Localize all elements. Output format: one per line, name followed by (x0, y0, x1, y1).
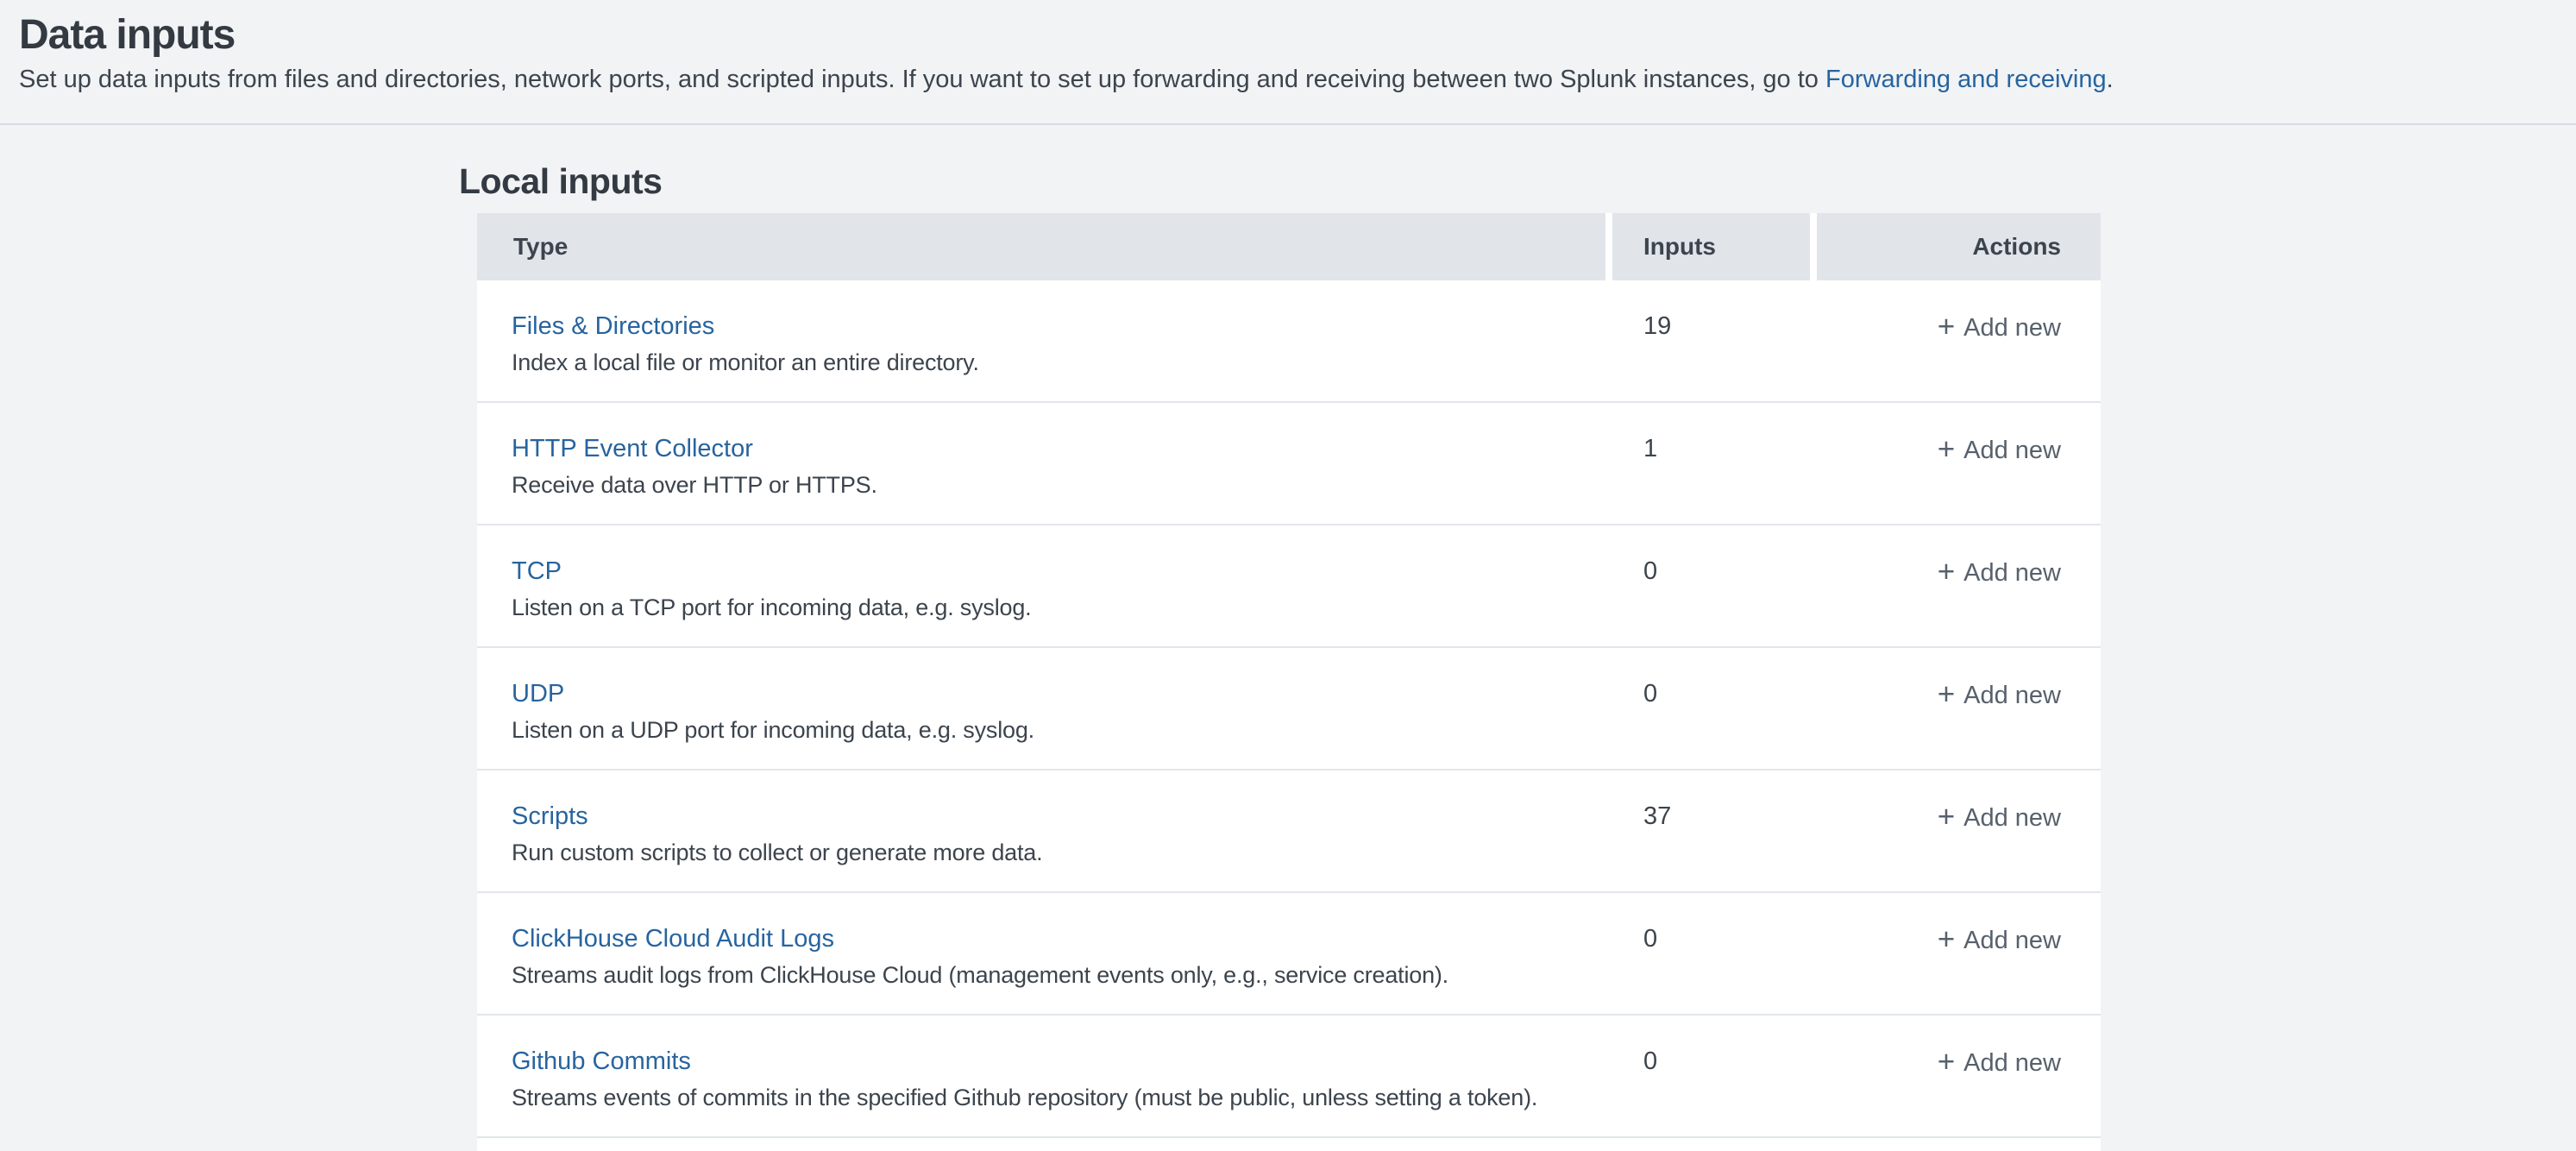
page-subtitle: Set up data inputs from files and direct… (19, 65, 2541, 94)
actions-cell: +Add new (1817, 403, 2101, 524)
add-new-label: Add new (1963, 922, 2061, 959)
input-type-description: Receive data over HTTP or HTTPS. (512, 467, 1605, 503)
table-row: Github Commits Streams events of commits… (477, 1016, 2101, 1138)
page-header: Data inputs Set up data inputs from file… (0, 0, 2576, 125)
inputs-count: 37 (1643, 802, 1671, 830)
input-type-link[interactable]: Github Commits (512, 1043, 691, 1079)
input-type-description: Run custom scripts to collect or generat… (512, 834, 1605, 871)
add-new-label: Add new (1963, 555, 2061, 591)
type-cell: Scripts Run custom scripts to collect or… (477, 770, 1605, 891)
content-area: Local inputs Type Inputs Actions Files &… (0, 161, 2576, 1151)
forwarding-and-receiving-link[interactable]: Forwarding and receiving (1825, 66, 2107, 93)
local-inputs-table: Type Inputs Actions Files & Directories … (477, 213, 2101, 1151)
input-type-link[interactable]: UDP (512, 676, 564, 712)
table-body: Files & Directories Index a local file o… (477, 280, 2101, 1138)
input-type-link[interactable]: Scripts (512, 798, 588, 834)
add-new-button[interactable]: +Add new (1938, 921, 2061, 959)
actions-cell: +Add new (1817, 280, 2101, 401)
column-header-type: Type (477, 213, 1605, 280)
table-row: HTTP Event Collector Receive data over H… (477, 403, 2101, 525)
inputs-count: 0 (1643, 680, 1657, 708)
table-row: Files & Directories Index a local file o… (477, 280, 2101, 403)
inputs-count: 1 (1643, 435, 1657, 462)
input-type-link[interactable]: Files & Directories (512, 308, 714, 344)
column-header-inputs: Inputs (1612, 213, 1810, 280)
inputs-count: 0 (1643, 557, 1657, 585)
subtitle-period: . (2107, 66, 2114, 93)
type-cell: ClickHouse Cloud Audit Logs Streams audi… (477, 893, 1605, 1014)
table-row: UDP Listen on a UDP port for incoming da… (477, 648, 2101, 770)
input-type-link[interactable]: TCP (512, 553, 562, 589)
table-header-row: Type Inputs Actions (477, 213, 2101, 280)
table-row: Scripts Run custom scripts to collect or… (477, 770, 2101, 893)
inputs-count-cell: 19 (1612, 280, 1810, 401)
type-cell: TCP Listen on a TCP port for incoming da… (477, 525, 1605, 646)
add-new-button[interactable]: +Add new (1938, 676, 2061, 714)
section-title-local-inputs: Local inputs (459, 161, 2576, 201)
add-new-button[interactable]: +Add new (1938, 1043, 2061, 1081)
plus-icon: + (1938, 554, 1955, 590)
actions-cell: +Add new (1817, 1016, 2101, 1136)
subtitle-text: Set up data inputs from files and direct… (19, 66, 1825, 93)
input-type-description: Streams events of commits in the specifi… (512, 1079, 1605, 1116)
plus-icon: + (1938, 921, 1955, 958)
type-cell: Github Commits Streams events of commits… (477, 1016, 1605, 1136)
actions-cell: +Add new (1817, 770, 2101, 891)
plus-icon: + (1938, 799, 1955, 835)
plus-icon: + (1938, 1044, 1955, 1080)
actions-cell: +Add new (1817, 648, 2101, 769)
add-new-label: Add new (1963, 432, 2061, 469)
inputs-count: 0 (1643, 925, 1657, 953)
inputs-count-cell: 0 (1612, 525, 1810, 646)
inputs-count: 0 (1643, 1047, 1657, 1075)
input-type-description: Streams audit logs from ClickHouse Cloud… (512, 957, 1605, 993)
add-new-label: Add new (1963, 677, 2061, 714)
actions-cell: +Add new (1817, 893, 2101, 1014)
actions-cell: +Add new (1817, 525, 2101, 646)
add-new-button[interactable]: +Add new (1938, 431, 2061, 469)
table-row: TCP Listen on a TCP port for incoming da… (477, 525, 2101, 648)
add-new-label: Add new (1963, 1045, 2061, 1081)
plus-icon: + (1938, 431, 1955, 468)
inputs-count-cell: 0 (1612, 1016, 1810, 1136)
input-type-description: Listen on a TCP port for incoming data, … (512, 589, 1605, 626)
type-cell: UDP Listen on a UDP port for incoming da… (477, 648, 1605, 769)
column-header-actions: Actions (1817, 213, 2101, 280)
page-title: Data inputs (19, 11, 2541, 60)
input-type-description: Listen on a UDP port for incoming data, … (512, 712, 1605, 748)
plus-icon: + (1938, 676, 1955, 713)
type-cell: HTTP Event Collector Receive data over H… (477, 403, 1605, 524)
inputs-count-cell: 0 (1612, 893, 1810, 1014)
inputs-count-cell: 37 (1612, 770, 1810, 891)
add-new-button[interactable]: +Add new (1938, 308, 2061, 346)
partial-next-row (477, 1138, 2101, 1151)
type-cell: Files & Directories Index a local file o… (477, 280, 1605, 401)
plus-icon: + (1938, 309, 1955, 345)
add-new-button[interactable]: +Add new (1938, 553, 2061, 591)
inputs-count: 19 (1643, 312, 1671, 340)
add-new-button[interactable]: +Add new (1938, 798, 2061, 836)
table-row: ClickHouse Cloud Audit Logs Streams audi… (477, 893, 2101, 1016)
input-type-link[interactable]: HTTP Event Collector (512, 431, 753, 467)
inputs-count-cell: 0 (1612, 648, 1810, 769)
add-new-label: Add new (1963, 800, 2061, 836)
input-type-link[interactable]: ClickHouse Cloud Audit Logs (512, 921, 834, 957)
inputs-count-cell: 1 (1612, 403, 1810, 524)
input-type-description: Index a local file or monitor an entire … (512, 344, 1605, 381)
add-new-label: Add new (1963, 310, 2061, 346)
